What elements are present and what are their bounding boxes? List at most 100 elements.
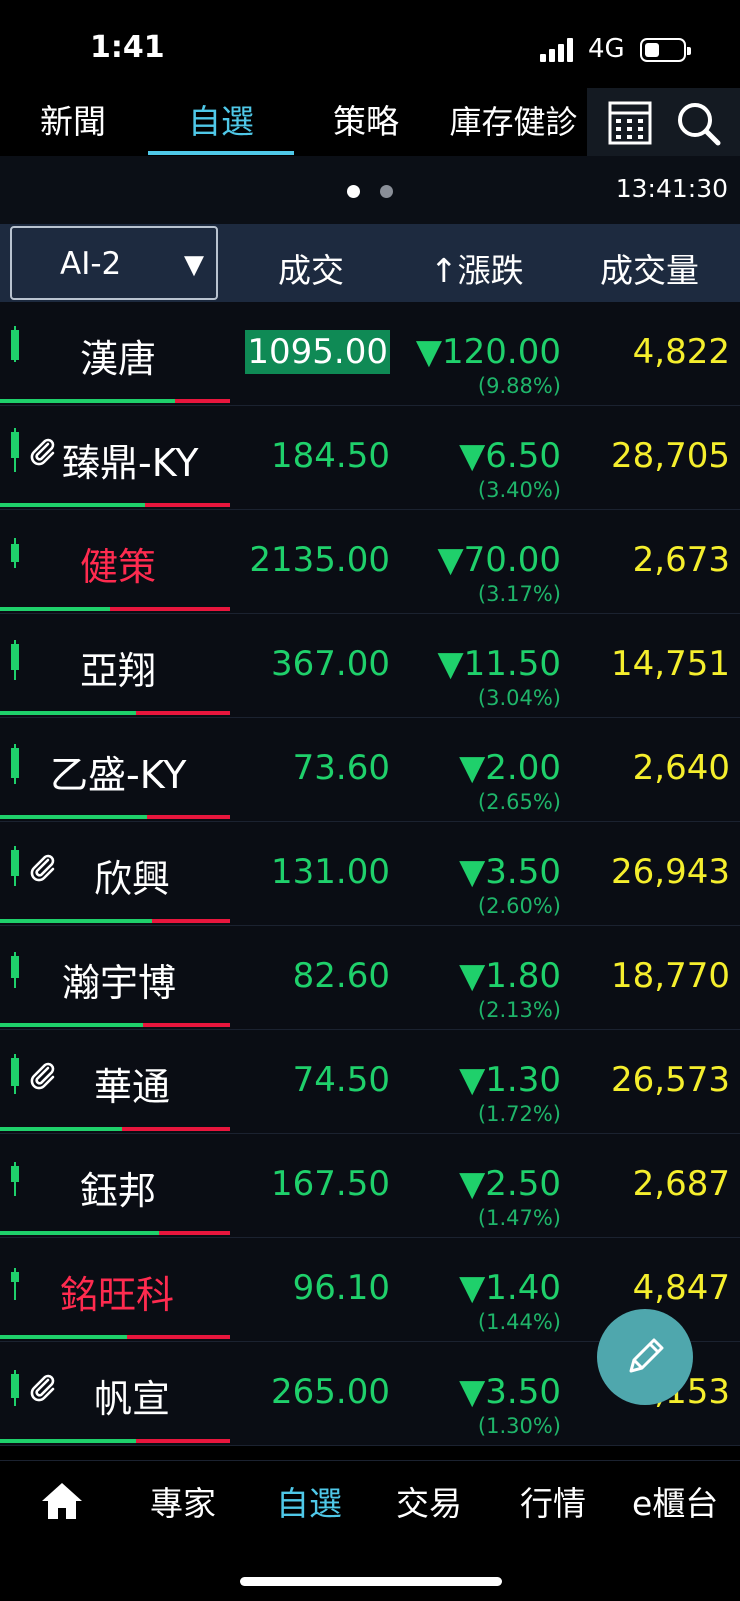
- stock-change-percent: (3.40%): [477, 478, 561, 502]
- battery-icon: [640, 38, 691, 62]
- nav-experts[interactable]: 專家: [150, 1477, 216, 1525]
- column-volume[interactable]: 成交量: [600, 244, 699, 292]
- paperclip-icon[interactable]: [28, 1372, 58, 1402]
- stock-change: ▼6.50: [459, 436, 561, 476]
- stock-row[interactable]: 瀚宇博 82.60 ▼1.80 (2.13%) 18,770: [0, 926, 740, 1030]
- watchlist-group-select[interactable]: AI-2 ▼: [10, 226, 218, 300]
- stock-name: 乙盛-KY: [50, 753, 187, 797]
- stock-price: 73.60: [292, 748, 390, 788]
- tab-news[interactable]: 新聞: [0, 88, 146, 156]
- paperclip-icon[interactable]: [28, 1060, 58, 1090]
- tab-strategy[interactable]: 策略: [296, 88, 436, 156]
- stock-row[interactable]: 欣興 131.00 ▼3.50 (2.60%) 26,943: [0, 822, 740, 926]
- home-icon[interactable]: [40, 1481, 84, 1521]
- stock-change: ▼1.80: [459, 956, 561, 996]
- stock-volume: 26,943: [611, 852, 730, 892]
- stock-name: 帆宣: [94, 1377, 171, 1421]
- stock-volume: 14,751: [611, 644, 730, 684]
- edit-button[interactable]: [597, 1309, 693, 1405]
- stock-change-percent: (1.44%): [477, 1310, 561, 1334]
- tab-inventory-check[interactable]: 庫存健診: [440, 88, 587, 156]
- stock-change: ▼11.50: [437, 644, 561, 684]
- stock-change: ▼1.30: [459, 1060, 561, 1100]
- stock-volume: 18,770: [611, 956, 730, 996]
- nav-trade[interactable]: 交易: [396, 1477, 462, 1525]
- signal-icon: [540, 38, 576, 62]
- nav-otc[interactable]: e櫃台: [632, 1477, 718, 1525]
- network-type: 4G: [588, 34, 625, 64]
- stock-price: 82.60: [292, 956, 390, 996]
- stock-change: ▼120.00: [415, 332, 561, 372]
- stock-volume: 2,673: [632, 540, 730, 580]
- stock-name: 健策: [80, 545, 157, 589]
- buy-sell-ratio-bar: [0, 1127, 230, 1131]
- bottom-nav: 專家 自選 交易 行情 e櫃台: [0, 1460, 740, 1601]
- stock-volume: 26,573: [611, 1060, 730, 1100]
- stock-change-percent: (3.17%): [477, 582, 561, 606]
- caret-down-icon: ▼: [184, 250, 204, 280]
- buy-sell-ratio-bar: [0, 1439, 230, 1443]
- stock-change-percent: (2.13%): [477, 998, 561, 1022]
- stock-volume: 28,705: [611, 436, 730, 476]
- stock-row[interactable]: 乙盛-KY 73.60 ▼2.00 (2.65%) 2,640: [0, 718, 740, 822]
- page-dot-1[interactable]: [347, 185, 360, 198]
- stock-change-percent: (3.04%): [477, 686, 561, 710]
- update-time: 13:41:30: [615, 174, 728, 203]
- stock-list: 漢唐 1095.00 ▼120.00 (9.88%) 4,822 臻鼎-KY 184.50 ▼…: [0, 302, 740, 1460]
- stock-price: 167.50: [271, 1164, 390, 1204]
- stock-change-percent: (2.65%): [477, 790, 561, 814]
- top-tab-bar: 新聞 自選 策略 庫存健診: [0, 88, 587, 156]
- stock-change-percent: (2.60%): [477, 894, 561, 918]
- buy-sell-ratio-bar: [0, 399, 230, 403]
- stock-row[interactable]: 健策 2135.00 ▼70.00 (3.17%) 2,673: [0, 510, 740, 614]
- stock-name: 華通: [94, 1065, 171, 1109]
- stock-price: 96.10: [292, 1268, 390, 1308]
- status-bar: 1:41 4G: [0, 0, 740, 88]
- stock-row[interactable]: 臻鼎-KY 184.50 ▼6.50 (3.40%) 28,705: [0, 406, 740, 510]
- stock-change: ▼1.40: [459, 1268, 561, 1308]
- home-indicator[interactable]: [240, 1577, 502, 1586]
- buy-sell-ratio-bar: [0, 1335, 230, 1339]
- list-header: AI-2 ▼ 成交 ↑漲跌 成交量: [0, 224, 740, 302]
- search-icon[interactable]: [675, 100, 721, 146]
- buy-sell-ratio-bar: [0, 815, 230, 819]
- status-time: 1:41: [90, 30, 165, 65]
- stock-row[interactable]: 鈺邦 167.50 ▼2.50 (1.47%) 2,687: [0, 1134, 740, 1238]
- buy-sell-ratio-bar: [0, 1023, 230, 1027]
- page-indicator-bar: 13:41:30: [0, 156, 740, 224]
- grid-table-icon[interactable]: [607, 100, 653, 146]
- pencil-icon: [629, 1338, 664, 1373]
- stock-row[interactable]: 亞翔 367.00 ▼11.50 (3.04%) 14,751: [0, 614, 740, 718]
- stock-change-percent: (1.30%): [477, 1414, 561, 1438]
- group-label: AI-2: [60, 246, 122, 282]
- page-dot-2[interactable]: [380, 185, 393, 198]
- column-change[interactable]: ↑漲跌: [430, 244, 524, 292]
- stock-row[interactable]: 漢唐 1095.00 ▼120.00 (9.88%) 4,822: [0, 302, 740, 406]
- buy-sell-ratio-bar: [0, 503, 230, 507]
- tab-watchlist[interactable]: 自選: [148, 88, 294, 156]
- stock-change: ▼70.00: [437, 540, 561, 580]
- stock-name: 瀚宇博: [62, 961, 177, 1005]
- paperclip-icon[interactable]: [28, 852, 58, 882]
- buy-sell-ratio-bar: [0, 919, 230, 923]
- top-tools: [587, 88, 740, 156]
- nav-market[interactable]: 行情: [520, 1477, 586, 1525]
- stock-name: 亞翔: [80, 649, 157, 693]
- stock-volume: 4,847: [632, 1268, 730, 1308]
- stock-price: 74.50: [292, 1060, 390, 1100]
- stock-price: 1095.00: [245, 330, 390, 374]
- stock-volume: 2,640: [632, 748, 730, 788]
- stock-name: 漢唐: [80, 337, 157, 381]
- paperclip-icon[interactable]: [28, 436, 58, 466]
- column-price[interactable]: 成交: [278, 244, 344, 292]
- stock-volume: 4,822: [632, 332, 730, 372]
- stock-price: 2135.00: [249, 540, 390, 580]
- buy-sell-ratio-bar: [0, 711, 230, 715]
- nav-watchlist[interactable]: 自選: [276, 1477, 342, 1525]
- stock-change: ▼3.50: [459, 1372, 561, 1412]
- stock-change: ▼2.00: [459, 748, 561, 788]
- stock-row[interactable]: 華通 74.50 ▼1.30 (1.72%) 26,573: [0, 1030, 740, 1134]
- stock-change-percent: (9.88%): [477, 374, 561, 398]
- stock-name: 鈺邦: [80, 1169, 157, 1213]
- active-tab-indicator: [148, 151, 294, 155]
